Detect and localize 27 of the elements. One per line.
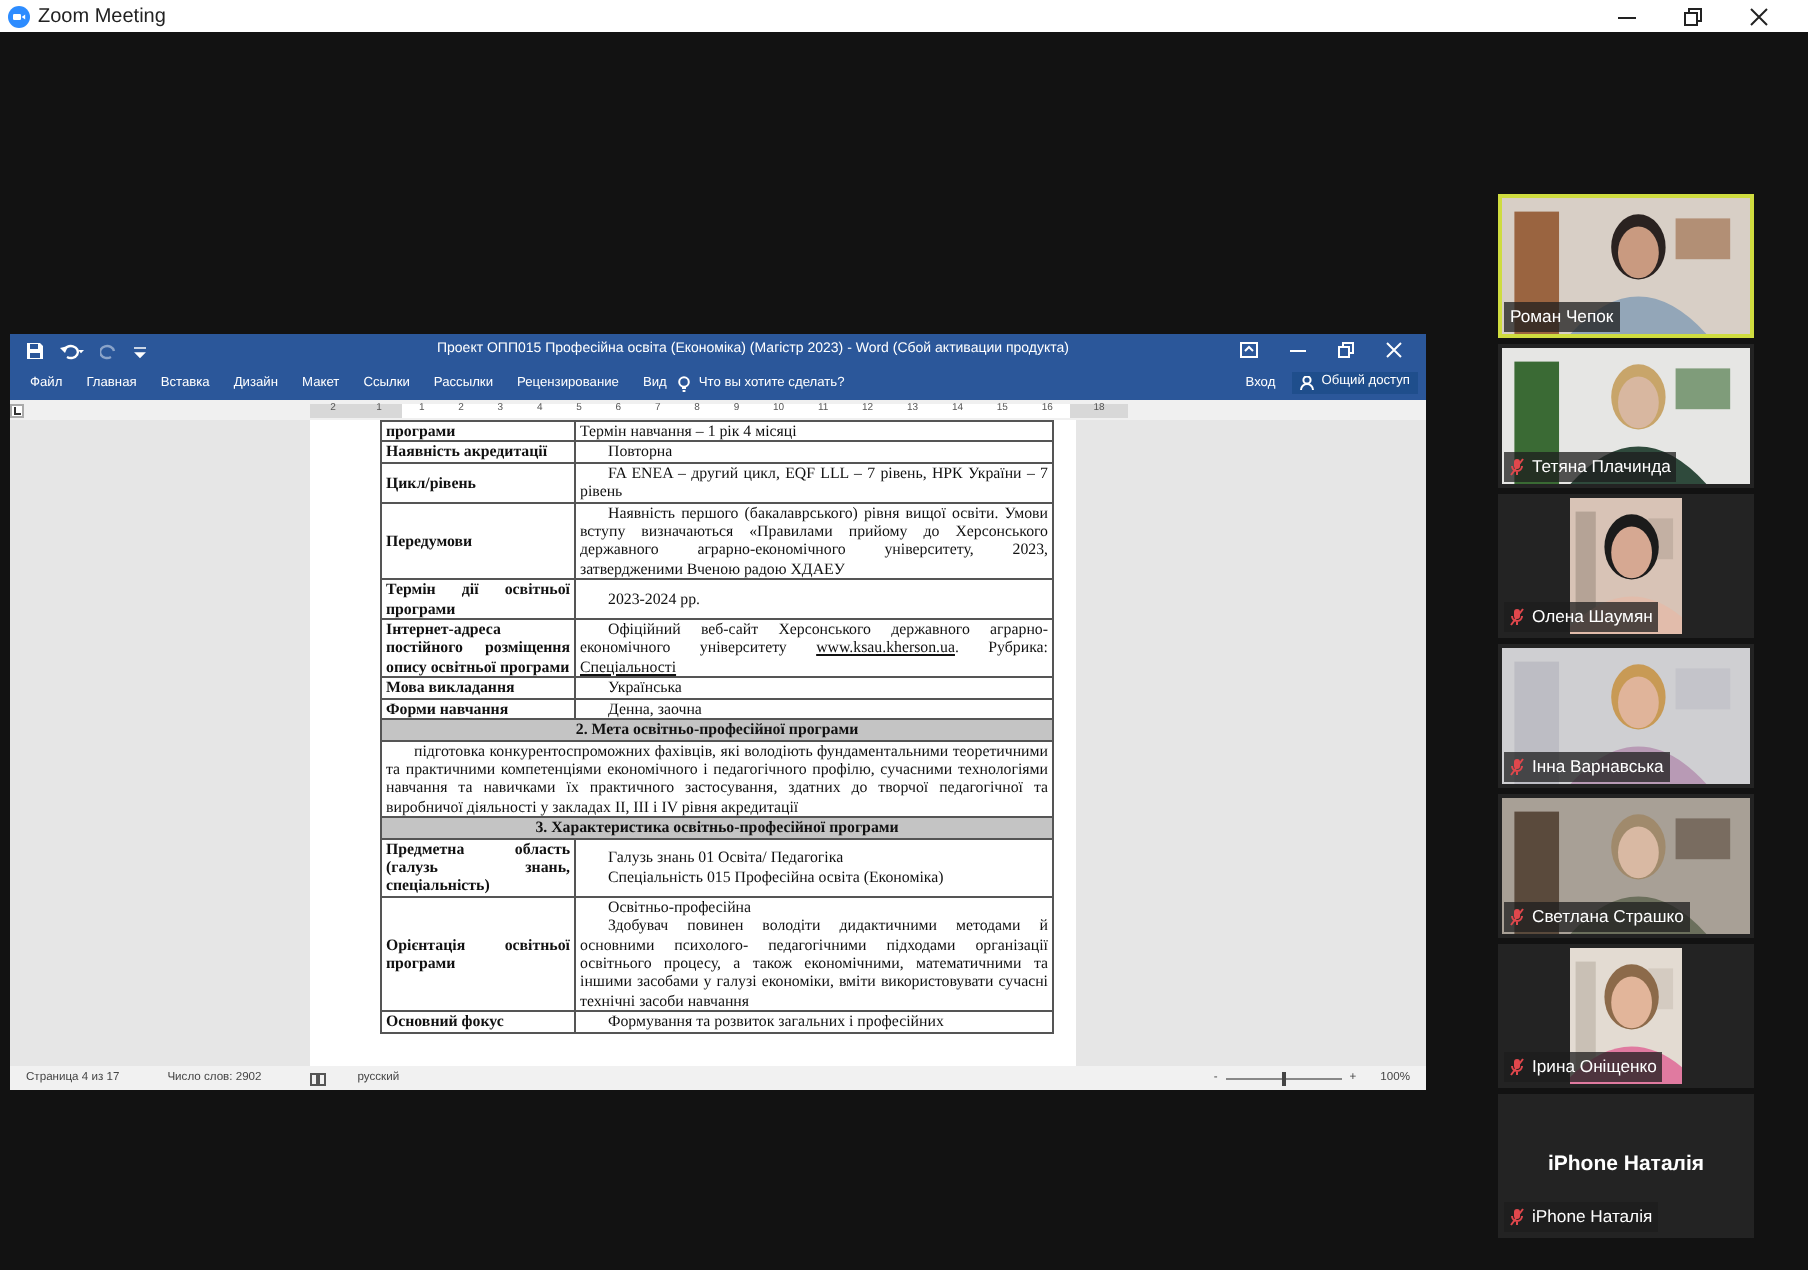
person-icon [1299,376,1314,390]
undo-icon[interactable] [60,341,84,359]
participant-name: iPhone Наталія [1532,1204,1653,1230]
participant-name: iPhone Наталія [1547,1150,1705,1181]
app-logo-icon [8,5,30,27]
participant-name: Роман Чепок [1510,304,1614,330]
window-title: Zoom Meeting [38,3,166,31]
participant-name: Інна Варнавська [1532,754,1664,780]
close-icon[interactable] [1750,7,1768,25]
participant-name: Светлана Страшко [1532,904,1684,930]
participant-name: Тетяна Плачинда [1532,454,1671,480]
participant-name: Олена Шаумян [1532,604,1653,630]
muted-mic-icon[interactable] [1510,608,1524,627]
participant-name: Ірина Оніщенко [1532,1054,1657,1080]
restore-icon[interactable] [1684,7,1702,25]
muted-mic-icon[interactable] [1510,1208,1524,1227]
ribbon-display-icon[interactable] [1240,342,1258,358]
lightbulb-icon[interactable] [678,375,691,391]
redo-icon [100,341,118,359]
muted-mic-icon[interactable] [1510,458,1524,477]
muted-mic-icon[interactable] [1510,1058,1524,1077]
tab-selector-icon[interactable] [10,403,24,417]
muted-mic-icon[interactable] [1510,908,1524,927]
restore-icon[interactable] [1338,342,1354,358]
save-icon[interactable] [26,341,44,359]
book-icon[interactable] [309,1071,326,1085]
customize-icon[interactable] [134,341,146,359]
